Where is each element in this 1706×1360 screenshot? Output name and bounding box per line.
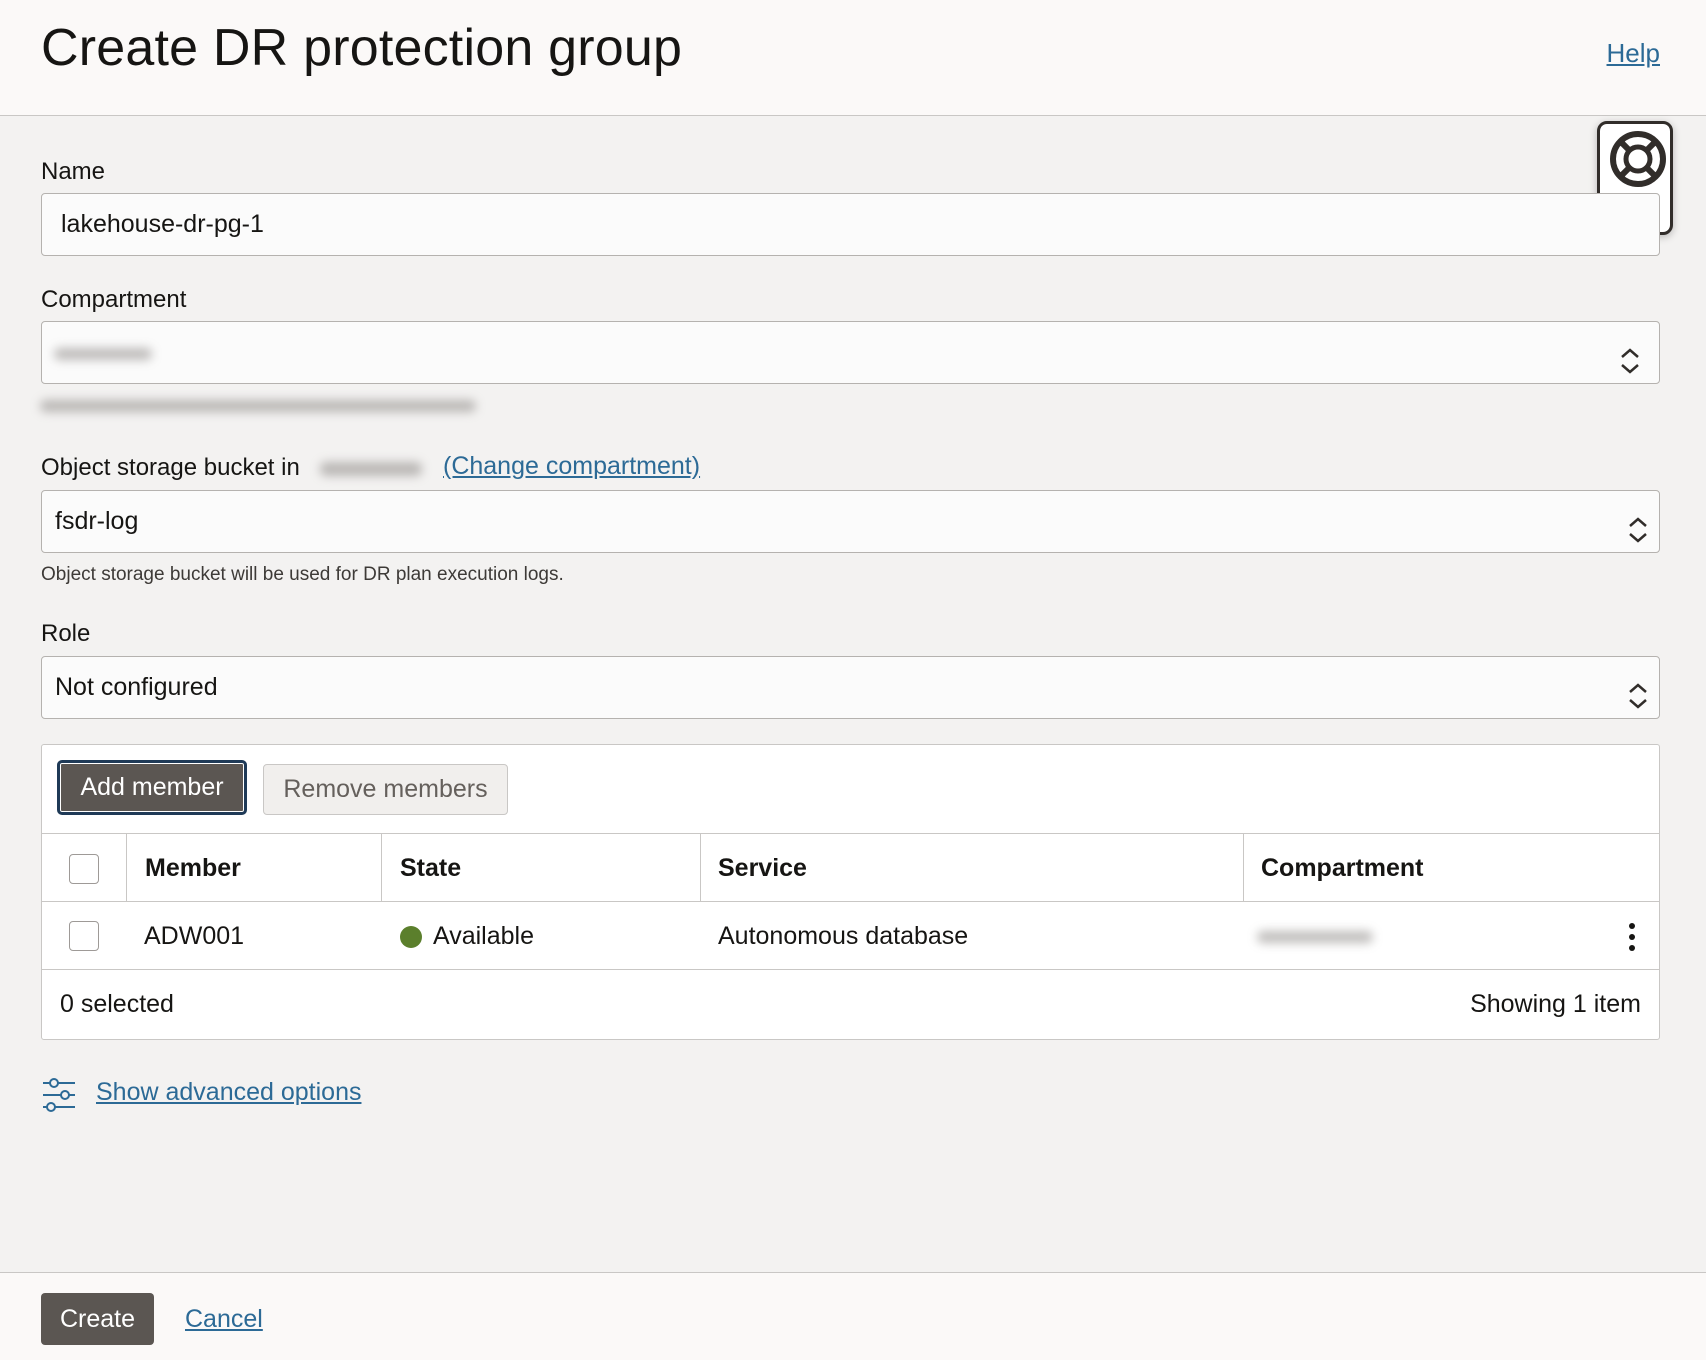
name-input[interactable]: lakehouse-dr-pg-1 bbox=[41, 193, 1660, 256]
member-cell: ADW001 bbox=[144, 922, 245, 950]
table-header: Member State Service Compartment bbox=[42, 833, 1659, 902]
bucket-helper-text: Object storage bucket will be used for D… bbox=[41, 564, 564, 585]
sliders-icon[interactable] bbox=[41, 1078, 77, 1117]
lifebuoy-icon[interactable] bbox=[1609, 130, 1667, 193]
showing-count: Showing 1 item bbox=[1470, 990, 1641, 1018]
column-state[interactable]: State bbox=[400, 854, 461, 883]
role-label: Role bbox=[41, 620, 91, 647]
row-checkbox[interactable] bbox=[69, 921, 99, 951]
page-title: Create DR protection group bbox=[41, 19, 683, 77]
create-button[interactable]: Create bbox=[41, 1293, 154, 1345]
page-header: Create DR protection group Help bbox=[0, 0, 1706, 116]
compartment-select[interactable] bbox=[41, 321, 1660, 384]
status-available-icon bbox=[400, 926, 422, 948]
bucket-select[interactable]: fsdr-log bbox=[41, 490, 1660, 553]
redacted-compartment-path bbox=[40, 400, 476, 412]
form-actions-bar: Create Cancel bbox=[0, 1272, 1706, 1360]
chevron-updown-icon bbox=[1619, 338, 1641, 399]
selected-count: 0 selected bbox=[60, 990, 174, 1018]
chevron-updown-icon bbox=[1627, 673, 1649, 734]
add-member-button[interactable]: Add member bbox=[57, 760, 247, 815]
column-compartment[interactable]: Compartment bbox=[1261, 854, 1424, 883]
remove-members-button[interactable]: Remove members bbox=[263, 764, 508, 815]
cancel-link[interactable]: Cancel bbox=[185, 1305, 263, 1334]
service-cell: Autonomous database bbox=[718, 922, 969, 950]
help-link[interactable]: Help bbox=[1607, 38, 1660, 69]
name-label: Name bbox=[41, 158, 106, 185]
select-all-checkbox[interactable] bbox=[69, 854, 99, 884]
table-row: ADW001 Available Autonomous database bbox=[42, 902, 1659, 970]
compartment-label: Compartment bbox=[41, 286, 187, 313]
role-select[interactable]: Not configured bbox=[41, 656, 1660, 719]
redacted-member-compartment bbox=[1257, 931, 1373, 943]
role-value: Not configured bbox=[55, 673, 218, 701]
redacted-compartment bbox=[54, 348, 152, 360]
show-advanced-options-link[interactable]: Show advanced options bbox=[96, 1078, 361, 1107]
row-actions-kebab-icon[interactable] bbox=[1627, 922, 1637, 957]
redacted-bucket-compartment bbox=[320, 462, 422, 476]
bucket-label: Object storage bucket in bbox=[41, 454, 300, 481]
state-cell: Available bbox=[433, 922, 535, 950]
change-compartment-link[interactable]: (Change compartment) bbox=[443, 452, 700, 481]
name-value: lakehouse-dr-pg-1 bbox=[61, 210, 264, 238]
column-member[interactable]: Member bbox=[145, 854, 241, 883]
bucket-value: fsdr-log bbox=[55, 507, 139, 535]
chevron-updown-icon bbox=[1627, 507, 1649, 568]
members-table-card: Add member Remove members Member State S… bbox=[41, 744, 1660, 1040]
column-service[interactable]: Service bbox=[718, 854, 807, 883]
